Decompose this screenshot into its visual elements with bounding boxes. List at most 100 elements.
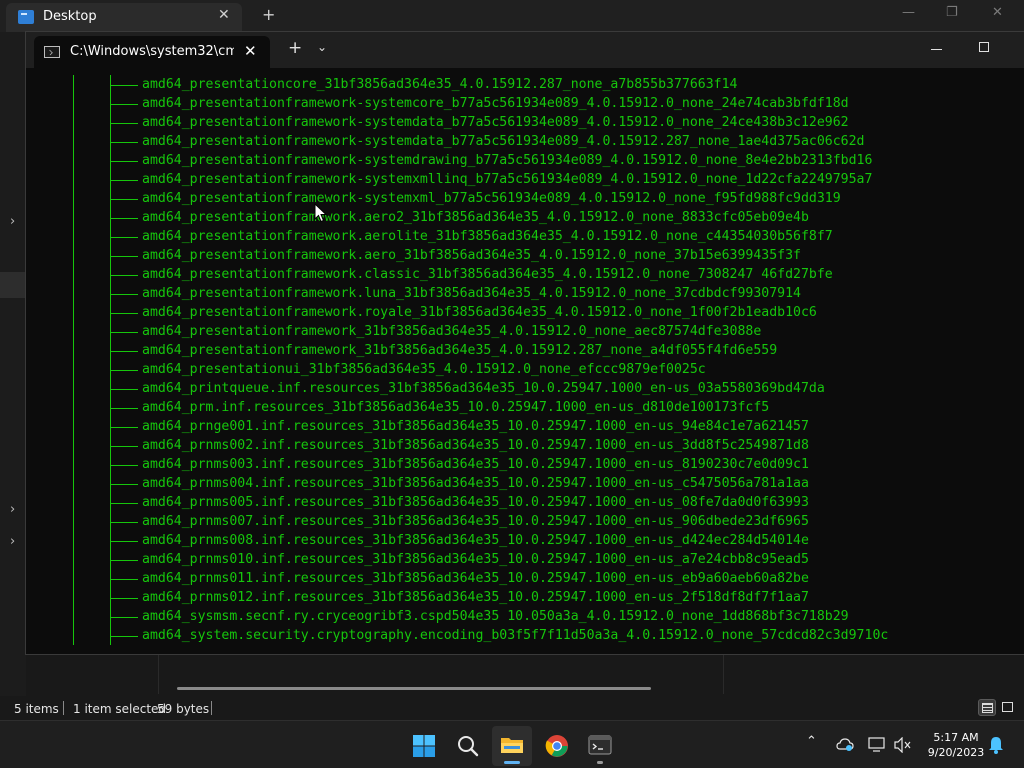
new-tab-icon[interactable]: + — [288, 38, 302, 58]
terminal-line-text: amd64_presentationframework-systemdata_b… — [142, 115, 849, 130]
terminal-line: amd64_presentationframework-systemxml_b7… — [26, 189, 1024, 208]
terminal-line: amd64_presentationframework-systemxmllin… — [26, 170, 1024, 189]
running-app-indicator — [597, 761, 603, 764]
terminal-line-text: amd64_sysmsm.secnf.ry.cryceogribf3.cspd5… — [142, 609, 849, 624]
terminal-line-text: amd64_presentationframework.aero2_31bf38… — [142, 210, 809, 225]
status-separator — [63, 701, 64, 715]
chevron-right-icon[interactable]: › — [10, 534, 15, 549]
terminal-line-text: amd64_prnms003.inf.resources_31bf3856ad3… — [142, 457, 809, 472]
terminal-line-text: amd64_prnms011.inf.resources_31bf3856ad3… — [142, 571, 809, 586]
terminal-line: amd64_presentationframework_31bf3856ad36… — [26, 341, 1024, 360]
terminal-icon — [588, 735, 612, 755]
terminal-line-text: amd64_prm.inf.resources_31bf3856ad364e35… — [142, 400, 770, 415]
terminal-line: amd64_presentationframework.aerolite_31b… — [26, 227, 1024, 246]
cmd-icon — [44, 46, 60, 58]
terminal-line: amd64_prnms010.inf.resources_31bf3856ad3… — [26, 550, 1024, 569]
clock-time: 5:17 AM — [933, 731, 979, 744]
explorer-status-bar: 5 items 1 item selected 59 bytes — [0, 696, 1024, 720]
terminal-line: amd64_presentationframework-systemcore_b… — [26, 94, 1024, 113]
terminal-line: amd64_prnms005.inf.resources_31bf3856ad3… — [26, 493, 1024, 512]
status-size: 59 bytes — [157, 702, 210, 716]
file-explorer-button[interactable] — [492, 726, 532, 766]
terminal-line: amd64_presentationframework-systemdata_b… — [26, 132, 1024, 151]
horizontal-scrollbar[interactable] — [177, 687, 651, 690]
start-button[interactable] — [404, 726, 444, 766]
terminal-line: amd64_prnms004.inf.resources_31bf3856ad3… — [26, 474, 1024, 493]
pane-divider — [723, 652, 724, 694]
terminal-line: amd64_sysmsm.secnf.ry.cryceogribf3.cspd5… — [26, 607, 1024, 626]
terminal-line-text: amd64_presentationframework-systemxmllin… — [142, 172, 873, 187]
terminal-button[interactable] — [580, 726, 620, 766]
chrome-button[interactable] — [537, 726, 577, 766]
restore-icon[interactable]: ❐ — [946, 5, 958, 20]
terminal-output[interactable]: amd64_presentationcore_31bf3856ad364e35_… — [26, 68, 1024, 654]
start-button-icon — [413, 735, 435, 757]
close-icon[interactable]: ✕ — [218, 7, 230, 23]
terminal-line: amd64_presentationcore_31bf3856ad364e35_… — [26, 75, 1024, 94]
terminal-line: amd64_system.security.cryptography.encod… — [26, 626, 1024, 645]
terminal-line-text: amd64_system.security.cryptography.encod… — [142, 628, 889, 643]
network-icon[interactable] — [868, 737, 886, 753]
search-button[interactable] — [448, 726, 488, 766]
minimize-icon[interactable]: — — [902, 5, 915, 20]
details-view-button[interactable] — [978, 699, 996, 716]
terminal-line: amd64_prnms002.inf.resources_31bf3856ad3… — [26, 436, 1024, 455]
minimize-icon[interactable] — [931, 49, 942, 50]
search-icon — [458, 736, 479, 757]
terminal-line: amd64_printqueue.inf.resources_31bf3856a… — [26, 379, 1024, 398]
chevron-right-icon[interactable]: › — [10, 214, 15, 229]
speaker-muted-icon[interactable] — [894, 737, 912, 753]
new-tab-icon[interactable]: + — [262, 5, 275, 24]
chevron-right-icon[interactable]: › — [10, 502, 15, 517]
desktop-folder-icon — [18, 10, 34, 24]
explorer-tab-title: Desktop — [43, 9, 97, 24]
terminal-line: amd64_prnms007.inf.resources_31bf3856ad3… — [26, 512, 1024, 531]
details-view-icon — [982, 703, 993, 713]
terminal-line: amd64_presentationframework-systemdrawin… — [26, 151, 1024, 170]
tiles-view-button[interactable] — [999, 699, 1017, 716]
terminal-line-text: amd64_presentationframework.aerolite_31b… — [142, 229, 833, 244]
terminal-line-text: amd64_printqueue.inf.resources_31bf3856a… — [142, 381, 825, 396]
explorer-nav-pane: › › › — [0, 32, 26, 720]
terminal-line: amd64_presentationframework.luna_31bf385… — [26, 284, 1024, 303]
chevron-down-icon[interactable]: ⌄ — [317, 40, 327, 54]
terminal-tab-cmd[interactable]: C:\Windows\system32\cmd.e: ✕ — [34, 36, 270, 68]
terminal-line-text: amd64_presentationframework.aero_31bf385… — [142, 248, 801, 263]
close-icon[interactable]: ✕ — [244, 42, 257, 60]
terminal-line: amd64_presentationframework-systemdata_b… — [26, 113, 1024, 132]
terminal-line-text: amd64_prnms002.inf.resources_31bf3856ad3… — [142, 438, 809, 453]
maximize-icon[interactable] — [979, 42, 989, 52]
status-item-count: 5 items — [14, 702, 59, 716]
terminal-line-text: amd64_prnms007.inf.resources_31bf3856ad3… — [142, 514, 809, 529]
terminal-line-text: amd64_presentationframework-systemdrawin… — [142, 153, 873, 168]
terminal-line-text: amd64_presentationframework.classic_31bf… — [142, 267, 833, 282]
status-selection: 1 item selected — [73, 702, 167, 716]
terminal-line: amd64_presentationframework.royale_31bf3… — [26, 303, 1024, 322]
terminal-line-text: amd64_prnms012.inf.resources_31bf3856ad3… — [142, 590, 809, 605]
file-explorer-icon — [501, 738, 523, 753]
explorer-tab-desktop[interactable]: Desktop ✕ — [6, 3, 242, 32]
active-app-indicator — [504, 761, 520, 764]
terminal-line-text: amd64_presentationui_31bf3856ad364e35_4.… — [142, 362, 706, 377]
notification-bell-icon[interactable] — [988, 736, 1004, 754]
nav-pane-selection — [0, 272, 26, 298]
terminal-line-text: amd64_prnms010.inf.resources_31bf3856ad3… — [142, 552, 809, 567]
explorer-titlebar: Desktop ✕ + — ❐ ✕ — [0, 0, 1024, 32]
terminal-line-text: amd64_presentationframework.royale_31bf3… — [142, 305, 817, 320]
terminal-line-text: amd64_presentationframework_31bf3856ad36… — [142, 343, 778, 358]
close-window-icon[interactable]: ✕ — [992, 5, 1003, 20]
terminal-line: amd64_prnms003.inf.resources_31bf3856ad3… — [26, 455, 1024, 474]
status-separator — [211, 701, 212, 715]
terminal-tab-title: C:\Windows\system32\cmd.e: — [70, 44, 234, 59]
terminal-window[interactable]: C:\Windows\system32\cmd.e: ✕ + ⌄ amd64_p… — [26, 32, 1024, 654]
terminal-line: amd64_prnge001.inf.resources_31bf3856ad3… — [26, 417, 1024, 436]
system-clock[interactable]: 5:17 AM 9/20/2023 — [924, 730, 988, 760]
terminal-line-text: amd64_presentationframework.luna_31bf385… — [142, 286, 801, 301]
desktop-screen: Desktop ✕ + — ❐ ✕ › › › 5 items 1 item s… — [0, 0, 1024, 768]
terminal-line-text: amd64_prnms005.inf.resources_31bf3856ad3… — [142, 495, 809, 510]
terminal-line: amd64_presentationui_31bf3856ad364e35_4.… — [26, 360, 1024, 379]
terminal-line: amd64_presentationframework.classic_31bf… — [26, 265, 1024, 284]
onedrive-icon[interactable] — [836, 737, 854, 751]
tiles-view-icon — [1002, 702, 1013, 712]
chevron-up-icon[interactable]: ⌃ — [806, 734, 817, 749]
